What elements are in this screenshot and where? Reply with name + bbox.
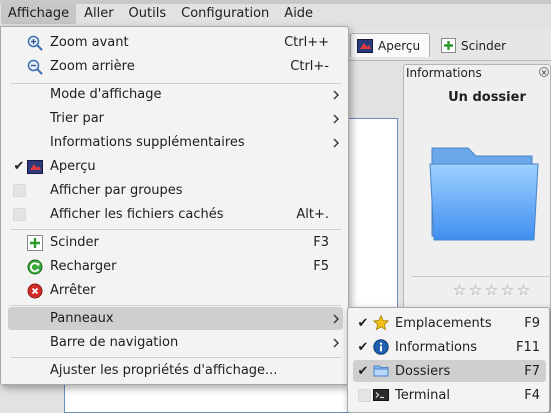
menu-aller[interactable]: Aller	[77, 4, 120, 24]
places-label: Emplacements	[395, 315, 492, 331]
view-mode-label: Mode d'affichage	[50, 87, 162, 102]
menu-outils[interactable]: Outils	[122, 4, 174, 24]
menu-separator	[11, 357, 341, 358]
terminal-checkbox[interactable]	[358, 388, 371, 402]
information-shortcut: F11	[515, 339, 540, 355]
menu-configuration[interactable]: Configuration	[174, 4, 276, 24]
show-hidden-checkbox[interactable]	[13, 208, 26, 221]
navigation-bar-item[interactable]: Barre de navigation	[8, 331, 343, 354]
rating-stars[interactable]: ☆ ☆ ☆ ☆ ☆	[452, 283, 531, 298]
stop-icon	[27, 283, 43, 298]
show-groups-checkbox[interactable]	[13, 184, 26, 197]
view-mode-item[interactable]: Mode d'affichage	[8, 83, 343, 106]
additional-info-label: Informations supplémentaires	[50, 135, 245, 150]
zoom-out-shortcut: Ctrl+-	[290, 59, 329, 74]
panels-submenu: ✔ Emplacements F9 ✔ Informations F11 ✔ D…	[347, 307, 550, 413]
split-icon	[27, 234, 43, 251]
terminal-item[interactable]: Terminal F4	[353, 384, 546, 406]
split-tab[interactable]: Scinder	[434, 33, 514, 57]
folders-shortcut: F7	[524, 363, 540, 379]
show-groups-item[interactable]: Afficher par groupes	[8, 179, 343, 202]
panel-close-icon[interactable]: ×	[539, 67, 549, 77]
folders-item[interactable]: ✔ Dossiers F7	[353, 360, 546, 382]
menu-affichage[interactable]: Affichage	[1, 3, 77, 24]
reload-label: Recharger	[50, 259, 117, 274]
menu-bar: Affichage Aller Outils Configuration Aid…	[0, 0, 551, 27]
zoom-in-item[interactable]: Zoom avant Ctrl++	[8, 31, 343, 54]
preview-icon	[357, 38, 373, 53]
zoom-in-shortcut: Ctrl++	[284, 35, 329, 50]
zoom-in-icon	[27, 35, 43, 51]
check-icon: ✔	[357, 339, 369, 355]
zoom-out-label: Zoom arrière	[50, 59, 135, 74]
preview-label: Aperçu	[50, 159, 96, 174]
panels-label: Panneaux	[50, 311, 114, 326]
reload-icon	[27, 259, 43, 274]
check-icon: ✔	[357, 315, 369, 331]
info-icon	[373, 339, 389, 355]
star-icon[interactable]: ☆	[484, 283, 499, 298]
chevron-right-icon	[333, 338, 339, 347]
reload-item[interactable]: Recharger F5	[8, 255, 343, 278]
toolbar: Aperçu Scinder	[340, 30, 551, 61]
star-icon[interactable]: ☆	[500, 283, 515, 298]
folders-label: Dossiers	[395, 363, 451, 379]
chevron-right-icon	[333, 90, 339, 99]
view-menu: Zoom avant Ctrl++ Zoom arrière Ctrl+- Mo…	[0, 26, 349, 385]
navigation-bar-label: Barre de navigation	[50, 335, 179, 350]
additional-info-item[interactable]: Informations supplémentaires	[8, 131, 343, 154]
split-shortcut: F3	[313, 235, 329, 250]
split-icon	[441, 38, 456, 53]
show-groups-label: Afficher par groupes	[50, 183, 183, 198]
star-icon[interactable]: ☆	[468, 283, 483, 298]
information-item[interactable]: ✔ Informations F11	[353, 336, 546, 358]
stop-item[interactable]: Arrêter	[8, 279, 343, 302]
show-hidden-item[interactable]: Afficher les fichiers cachés Alt+.	[8, 203, 343, 226]
preview-icon	[27, 159, 43, 174]
reload-shortcut: F5	[313, 259, 329, 274]
adjust-view-properties-item[interactable]: Ajuster les propriétés d'affichage...	[8, 359, 343, 382]
star-icon[interactable]: ☆	[452, 283, 467, 298]
adjust-view-properties-label: Ajuster les propriétés d'affichage...	[50, 363, 278, 378]
split-item[interactable]: Scinder F3	[8, 231, 343, 254]
zoom-in-label: Zoom avant	[50, 35, 129, 50]
check-icon: ✔	[13, 159, 25, 174]
chevron-right-icon	[333, 114, 339, 123]
panel-divider	[412, 276, 551, 277]
sort-by-item[interactable]: Trier par	[8, 107, 343, 130]
preview-tab[interactable]: Aperçu	[350, 33, 430, 57]
chevron-right-icon	[333, 138, 339, 147]
terminal-icon	[373, 389, 389, 401]
places-shortcut: F9	[524, 315, 540, 331]
chevron-right-icon	[333, 314, 339, 323]
zoom-out-icon	[27, 59, 43, 75]
zoom-out-item[interactable]: Zoom arrière Ctrl+-	[8, 55, 343, 78]
information-label: Informations	[395, 339, 478, 355]
preview-item[interactable]: ✔ Aperçu	[8, 155, 343, 178]
split-label: Scinder	[50, 235, 99, 250]
information-panel-title: Un dossier	[448, 90, 526, 105]
menu-separator	[11, 229, 341, 230]
check-icon: ✔	[357, 363, 369, 379]
information-panel-header: Informations	[406, 66, 482, 80]
sort-by-label: Trier par	[50, 111, 105, 126]
folder-icon	[373, 365, 389, 377]
terminal-shortcut: F4	[524, 387, 540, 403]
star-icon[interactable]: ☆	[516, 283, 531, 298]
places-item[interactable]: ✔ Emplacements F9	[353, 312, 546, 334]
stop-label: Arrêter	[50, 283, 96, 298]
menu-aide[interactable]: Aide	[277, 4, 320, 24]
terminal-label: Terminal	[395, 387, 450, 403]
menu-separator	[11, 305, 341, 306]
panels-item[interactable]: Panneaux	[8, 307, 343, 330]
preview-tab-label: Aperçu	[378, 38, 421, 53]
star-icon	[373, 315, 389, 331]
show-hidden-shortcut: Alt+.	[296, 207, 329, 222]
split-tab-label: Scinder	[461, 38, 507, 53]
show-hidden-label: Afficher les fichiers cachés	[50, 207, 224, 222]
folder-icon	[429, 147, 539, 241]
